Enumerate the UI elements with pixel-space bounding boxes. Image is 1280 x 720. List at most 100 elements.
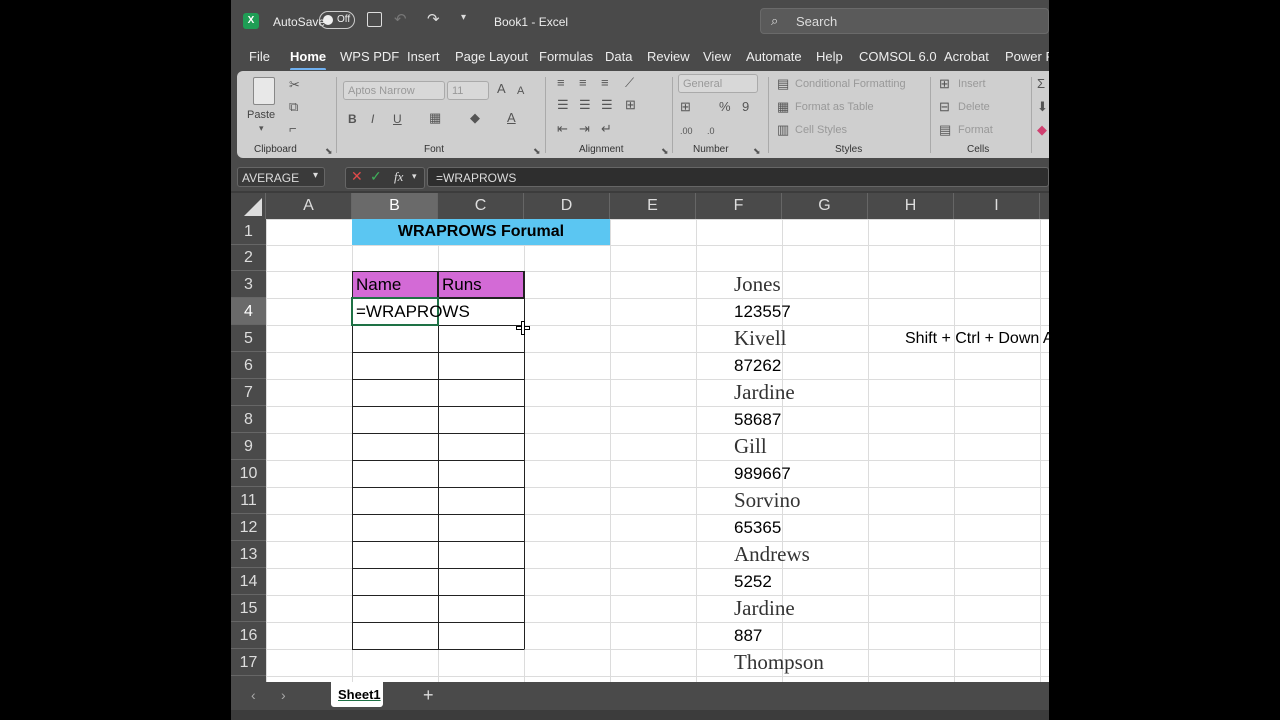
align-bottom-icon[interactable]: ≡ <box>601 75 609 91</box>
column-header-f[interactable]: F <box>696 193 782 219</box>
cell-f15[interactable]: Jardine <box>734 595 795 622</box>
fill-icon[interactable]: ⬇ <box>1037 99 1048 115</box>
tab-home[interactable]: Home <box>290 49 327 71</box>
column-header-d[interactable]: D <box>524 193 610 219</box>
cell-f11[interactable]: Sorvino <box>734 487 801 514</box>
conditional-formatting-icon[interactable]: ▤ <box>777 76 789 92</box>
customize-qat-icon[interactable]: ▾ <box>461 12 466 23</box>
cancel-icon[interactable]: ✕ <box>351 168 363 185</box>
delete-cells-button[interactable]: Delete <box>958 101 990 113</box>
underline-button[interactable]: U <box>393 111 402 127</box>
function-dropdown-icon[interactable]: ▾ <box>412 171 417 182</box>
comma-button[interactable]: 9 <box>742 99 749 115</box>
clear-icon[interactable]: ◆ <box>1037 122 1047 138</box>
tab-review[interactable]: Review <box>647 49 690 64</box>
row-header-12[interactable]: 12 <box>231 514 266 541</box>
bold-button[interactable]: B <box>348 111 357 127</box>
increase-indent-icon[interactable]: ⇥ <box>579 121 590 137</box>
tab-acrobat[interactable]: Acrobat <box>944 49 989 64</box>
add-sheet-button[interactable]: + <box>423 685 434 706</box>
cell-f7[interactable]: Jardine <box>734 379 795 406</box>
row-header-7[interactable]: 7 <box>231 379 266 406</box>
clipboard-launcher-icon[interactable]: ⬊ <box>325 143 333 159</box>
row-header-10[interactable]: 10 <box>231 460 266 487</box>
column-header-i[interactable]: I <box>954 193 1040 219</box>
sheet-tab-sheet1[interactable]: Sheet1 <box>331 682 383 707</box>
name-box-dropdown-icon[interactable]: ▾ <box>313 170 318 181</box>
autosave-toggle[interactable]: Off <box>319 11 355 29</box>
row-header-11[interactable]: 11 <box>231 487 266 514</box>
font-color-icon[interactable]: A <box>507 110 516 126</box>
align-left-icon[interactable]: ☰ <box>557 97 569 113</box>
insert-cells-icon[interactable]: ⊞ <box>939 76 950 92</box>
increase-decimal-icon[interactable]: .00 <box>680 123 693 139</box>
format-as-table-icon[interactable]: ▦ <box>777 99 789 115</box>
column-header-g[interactable]: G <box>782 193 868 219</box>
format-cells-icon[interactable]: ▤ <box>939 122 951 138</box>
format-as-table-button[interactable]: Format as Table <box>795 101 874 113</box>
cell-styles-button[interactable]: Cell Styles <box>795 124 847 136</box>
fill-color-icon[interactable]: ◆ <box>470 110 480 126</box>
tab-view[interactable]: View <box>703 49 731 64</box>
cell-f13[interactable]: Andrews <box>734 541 810 568</box>
decrease-font-icon[interactable]: A <box>517 83 524 99</box>
align-middle-icon[interactable]: ≡ <box>579 75 587 91</box>
format-cells-button[interactable]: Format <box>958 124 993 136</box>
cell-grid[interactable]: WRAPROWS Forumal Name Runs =WRAPROWS Jon… <box>266 219 1049 682</box>
row-header-17[interactable]: 17 <box>231 649 266 676</box>
align-center-icon[interactable]: ☰ <box>579 97 591 113</box>
enter-icon[interactable]: ✓ <box>370 168 382 185</box>
row-header-3[interactable]: 3 <box>231 271 266 298</box>
row-header-4[interactable]: 4 <box>231 298 266 325</box>
cell-f6[interactable]: 87262 <box>734 352 781 379</box>
column-header-a[interactable]: A <box>266 193 352 219</box>
row-header-16[interactable]: 16 <box>231 622 266 649</box>
insert-cells-button[interactable]: Insert <box>958 78 986 90</box>
tab-file[interactable]: File <box>249 49 270 64</box>
decrease-decimal-icon[interactable]: .0 <box>707 123 715 139</box>
cell-f5[interactable]: Kivell <box>734 325 787 352</box>
row-header-2[interactable]: 2 <box>231 245 266 271</box>
name-box[interactable]: AVERAGE <box>237 167 325 187</box>
align-right-icon[interactable]: ☰ <box>601 97 613 113</box>
cell-f10[interactable]: 989667 <box>734 460 791 487</box>
tab-power-pivot[interactable]: Power P <box>1005 49 1049 64</box>
cell-f17[interactable]: Thompson <box>734 649 824 676</box>
prev-sheet-icon[interactable]: ‹ <box>251 687 256 703</box>
italic-button[interactable]: I <box>371 111 374 127</box>
number-launcher-icon[interactable]: ⬊ <box>753 143 761 159</box>
tab-wps-pdf[interactable]: WPS PDF <box>340 49 399 64</box>
decrease-indent-icon[interactable]: ⇤ <box>557 121 568 137</box>
tab-automate[interactable]: Automate <box>746 49 802 64</box>
delete-cells-icon[interactable]: ⊟ <box>939 99 950 115</box>
insert-function-button[interactable]: fx <box>394 169 403 185</box>
cell-f16[interactable]: 887 <box>734 622 762 649</box>
select-all-corner[interactable] <box>231 193 266 219</box>
column-header-c[interactable]: C <box>438 193 524 219</box>
formula-input[interactable]: =WRAPROWS <box>427 167 1049 187</box>
cell-f14[interactable]: 5252 <box>734 568 772 595</box>
column-header-e[interactable]: E <box>610 193 696 219</box>
cell-f3[interactable]: Jones <box>734 271 781 298</box>
row-header-8[interactable]: 8 <box>231 406 266 433</box>
format-painter-icon[interactable]: ⌐ <box>289 121 297 137</box>
copy-icon[interactable]: ⧉ <box>289 99 298 115</box>
next-sheet-icon[interactable]: › <box>281 687 286 703</box>
cell-f9[interactable]: Gill <box>734 433 767 460</box>
cell-f8[interactable]: 58687 <box>734 406 781 433</box>
row-header-15[interactable]: 15 <box>231 595 266 622</box>
align-top-icon[interactable]: ≡ <box>557 75 565 91</box>
wrap-text-icon[interactable]: ↵ <box>601 121 612 137</box>
tab-data[interactable]: Data <box>605 49 632 64</box>
autosum-icon[interactable]: Σ <box>1037 76 1045 92</box>
orientation-icon[interactable]: ⟋ <box>625 75 634 91</box>
increase-font-icon[interactable]: A <box>497 81 506 97</box>
tab-formulas[interactable]: Formulas <box>539 49 593 64</box>
tab-help[interactable]: Help <box>816 49 843 64</box>
borders-icon[interactable]: ▦ <box>429 110 441 126</box>
cut-icon[interactable]: ✂ <box>289 77 300 93</box>
tab-page-layout[interactable]: Page Layout <box>455 49 528 64</box>
tab-comsol[interactable]: COMSOL 6.0 <box>859 49 937 64</box>
search-box[interactable]: ⌕ Search <box>760 8 1049 34</box>
cell-styles-icon[interactable]: ▥ <box>777 122 789 138</box>
